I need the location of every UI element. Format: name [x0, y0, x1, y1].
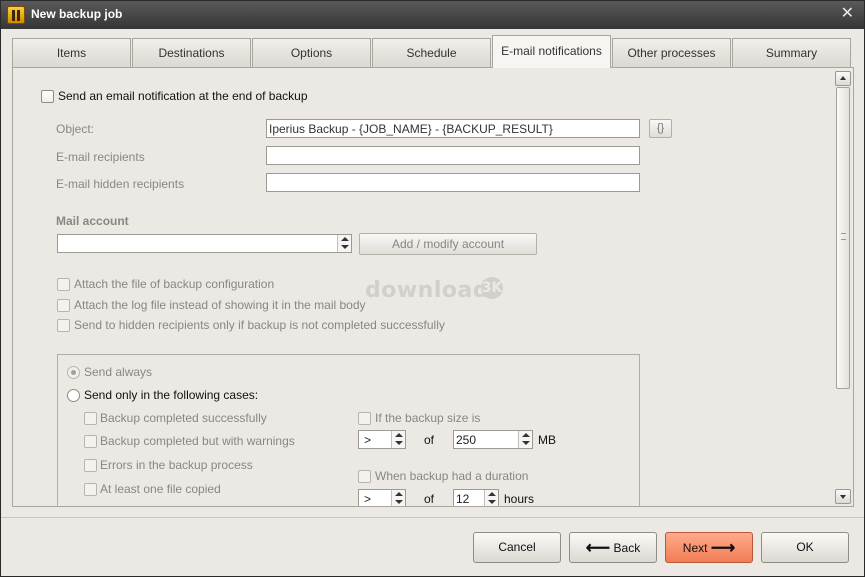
send-always-radio[interactable] [67, 366, 80, 379]
send-notification-checkbox[interactable] [41, 90, 54, 103]
ok-button[interactable]: OK [761, 532, 849, 563]
errors-label: Errors in the backup process [100, 458, 253, 472]
object-label: Object: [56, 122, 95, 136]
close-icon[interactable]: ✕ [841, 5, 854, 23]
dialog-footer: Cancel ⟵ Back Next ⟶ OK [1, 517, 864, 576]
duration-value: 12 [456, 492, 470, 506]
attach-config-checkbox[interactable] [57, 278, 70, 291]
duration-value-stepper[interactable]: 12 [453, 489, 499, 506]
insert-variable-button[interactable]: {} [649, 119, 672, 138]
attach-log-label: Attach the log file instead of showing i… [74, 298, 366, 312]
add-modify-account-button[interactable]: Add / modify account [359, 233, 537, 255]
window-title: New backup job [31, 7, 123, 21]
download3k-watermark: download [365, 278, 490, 303]
attach-config-label: Attach the file of backup configuration [74, 277, 275, 291]
scroll-grip-icon [841, 233, 846, 240]
attach-log-checkbox[interactable] [57, 299, 70, 312]
scroll-down-icon [840, 495, 846, 499]
mail-account-heading: Mail account [56, 214, 129, 228]
completed-success-label: Backup completed successfully [100, 411, 267, 425]
send-conditions-group: Send always Send only in the following c… [57, 354, 640, 506]
size-value: 250 [456, 433, 477, 447]
at-least-one-file-checkbox[interactable] [84, 483, 97, 496]
tab-schedule[interactable]: Schedule [372, 38, 491, 67]
title-bar[interactable]: New backup job ✕ [1, 1, 864, 29]
tab-options[interactable]: Options [252, 38, 371, 67]
duration-operator-value: > [364, 492, 372, 506]
tab-items[interactable]: Items [12, 38, 131, 67]
cancel-button[interactable]: Cancel [473, 532, 561, 563]
back-button-label: Back [613, 541, 641, 555]
tab-email-notifications[interactable]: E-mail notifications [492, 35, 611, 68]
tab-summary[interactable]: Summary [732, 38, 851, 67]
completed-warnings-checkbox[interactable] [84, 435, 97, 448]
send-hidden-only-label: Send to hidden recipients only if backup… [74, 318, 445, 332]
size-of-label: of [424, 433, 435, 447]
next-button-label: Next [682, 541, 708, 555]
size-value-stepper[interactable]: 250 [453, 430, 533, 449]
object-input[interactable]: Iperius Backup - {JOB_NAME} - {BACKUP_RE… [266, 119, 640, 138]
duration-of-label: of [424, 492, 435, 506]
send-only-cases-label: Send only in the following cases: [84, 388, 259, 402]
send-always-label: Send always [84, 365, 153, 379]
send-hidden-only-checkbox[interactable] [57, 319, 70, 332]
send-notification-label: Send an email notification at the end of… [58, 89, 308, 103]
duration-value-spinner[interactable] [484, 490, 498, 506]
send-only-cases-radio[interactable] [67, 389, 80, 402]
backup-size-checkbox[interactable] [358, 412, 371, 425]
tab-destinations[interactable]: Destinations [132, 38, 251, 67]
duration-label: When backup had a duration [375, 469, 529, 483]
hidden-recipients-input[interactable] [266, 173, 640, 192]
duration-unit-label: hours [504, 492, 535, 506]
vertical-scrollbar[interactable] [835, 71, 851, 504]
recipients-input[interactable] [266, 146, 640, 165]
size-unit-label: MB [538, 433, 556, 447]
completed-warnings-label: Backup completed but with warnings [100, 434, 295, 448]
back-arrow-icon: ⟵ [585, 538, 611, 557]
duration-operator-select[interactable]: > [358, 489, 406, 506]
size-operator-select[interactable]: > [358, 430, 406, 449]
backup-size-label: If the backup size is [375, 411, 481, 425]
tab-bar: Items Destinations Options Schedule E-ma… [12, 35, 854, 68]
app-icon [7, 6, 25, 24]
scroll-thumb[interactable] [836, 87, 850, 389]
tab-other-processes[interactable]: Other processes [612, 38, 731, 67]
duration-operator-spinner[interactable] [391, 490, 405, 506]
hidden-recipients-label: E-mail hidden recipients [56, 177, 185, 191]
size-operator-spinner[interactable] [391, 431, 405, 448]
scroll-up-icon [840, 76, 846, 80]
duration-checkbox[interactable] [358, 470, 371, 483]
errors-checkbox[interactable] [84, 459, 97, 472]
mail-account-spinner[interactable] [337, 235, 351, 252]
email-notifications-panel: Send an email notification at the end of… [12, 67, 854, 507]
completed-success-checkbox[interactable] [84, 412, 97, 425]
download3k-badge: 3K [481, 277, 503, 299]
recipients-label: E-mail recipients [56, 150, 145, 164]
next-button[interactable]: Next ⟶ [665, 532, 753, 563]
new-backup-job-window: New backup job ✕ Items Destinations Opti… [0, 0, 865, 577]
next-arrow-icon: ⟶ [710, 538, 736, 557]
back-button[interactable]: ⟵ Back [569, 532, 657, 563]
scroll-down-button[interactable] [835, 489, 851, 504]
mail-account-select[interactable] [57, 234, 352, 253]
scroll-up-button[interactable] [835, 71, 851, 86]
at-least-one-file-label: At least one file copied [100, 482, 221, 496]
size-value-spinner[interactable] [518, 431, 532, 448]
size-operator-value: > [364, 433, 372, 447]
